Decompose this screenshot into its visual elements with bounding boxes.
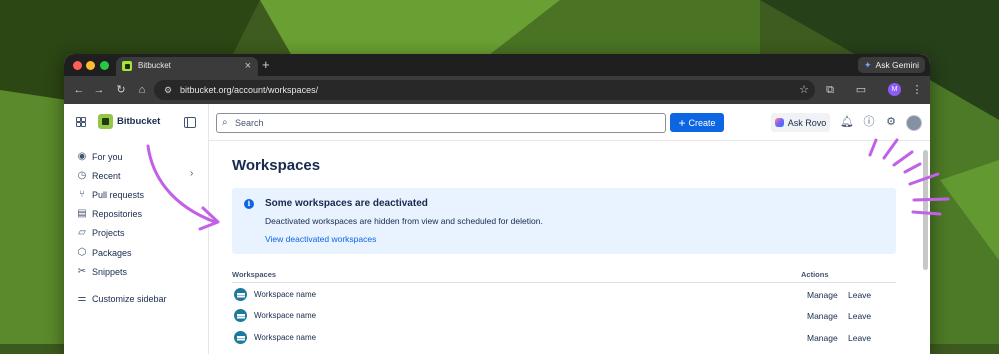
scrollbar-thumb[interactable]: [923, 150, 928, 270]
bitbucket-favicon-icon: [122, 61, 132, 71]
deactivated-info-banner: i Some workspaces are deactivated Deacti…: [232, 188, 896, 254]
page-title: Workspaces: [232, 157, 321, 174]
search-icon: ⌕: [222, 117, 228, 128]
package-icon: ⬡: [77, 247, 87, 258]
sidebar-item-projects[interactable]: ▱ Projects: [76, 225, 125, 241]
sidebar-item-label: Recent: [92, 171, 121, 181]
main-content: Workspaces i Some workspaces are deactiv…: [209, 141, 930, 354]
workspace-name[interactable]: Workspace name: [254, 290, 316, 299]
browser-tab[interactable]: Bitbucket ×: [116, 57, 258, 76]
minimize-window-button[interactable]: [86, 61, 95, 70]
tab-close-icon[interactable]: ×: [245, 59, 251, 73]
ask-gemini-button[interactable]: ✦ Ask Gemini: [857, 57, 925, 73]
workspace-avatar: [234, 288, 247, 301]
address-url: bitbucket.org/account/workspaces/: [180, 85, 319, 95]
ask-rovo-button[interactable]: Ask Rovo: [771, 113, 830, 132]
home-icon[interactable]: ⌂: [135, 83, 149, 97]
notifications-bell-icon[interactable]: 🔔︎: [840, 115, 854, 129]
browser-profile-avatar[interactable]: M: [888, 83, 901, 96]
reload-icon[interactable]: ↻: [114, 83, 128, 97]
folder-icon: ▱: [78, 227, 86, 238]
scissors-icon: ✂: [77, 266, 87, 277]
rovo-icon: [774, 118, 784, 127]
plus-icon: +: [678, 115, 686, 130]
table-row: Workspace name Manage Leave: [232, 328, 896, 348]
clock-icon: ◷: [77, 170, 87, 181]
sidebar-item-pull-requests[interactable]: ⑂ Pull requests: [76, 187, 144, 203]
sidebar-item-label: Snippets: [92, 267, 128, 277]
app-switcher-icon[interactable]: [76, 117, 86, 127]
bitbucket-app: Bitbucket ◉ For you ◷ Recent › ⑂ Pull re…: [64, 104, 930, 354]
sidebar-item-label: Projects: [92, 228, 125, 238]
create-label: Create: [688, 117, 716, 128]
search-input[interactable]: ⌕ Search: [216, 113, 666, 133]
sidebar-item-snippets[interactable]: ✂ Snippets: [76, 264, 127, 280]
sidebar-item-label: Pull requests: [92, 190, 145, 200]
workspaces-table-header: Workspaces Actions: [232, 268, 896, 283]
browser-toolbar: ← → ↻ ⌂ ⚙ bitbucket.org/account/workspac…: [64, 76, 930, 104]
search-placeholder: Search: [235, 118, 264, 128]
workspace-avatar: [234, 309, 247, 322]
table-row: Workspace name Manage Leave: [232, 306, 896, 326]
banner-body: Deactivated workspaces are hidden from v…: [265, 216, 543, 226]
leave-button[interactable]: Leave: [848, 333, 871, 343]
pull-request-icon: ⑂: [79, 189, 85, 200]
chevron-right-icon[interactable]: ›: [190, 168, 193, 179]
bookmark-star-icon[interactable]: ☆: [799, 83, 809, 97]
view-deactivated-workspaces-link[interactable]: View deactivated workspaces: [265, 234, 376, 244]
repository-icon: ▤: [77, 208, 87, 219]
sidebar: Bitbucket ◉ For you ◷ Recent › ⑂ Pull re…: [64, 104, 209, 354]
customize-sidebar-label: Customize sidebar: [92, 294, 167, 304]
workspace-name[interactable]: Workspace name: [254, 311, 316, 320]
maximize-window-button[interactable]: [100, 61, 109, 70]
address-bar[interactable]: ⚙ bitbucket.org/account/workspaces/ ☆: [154, 80, 815, 100]
close-window-button[interactable]: [73, 61, 82, 70]
table-row: Workspace name Manage Leave: [232, 285, 896, 305]
manage-button[interactable]: Manage: [807, 333, 838, 343]
create-button[interactable]: + Create: [670, 113, 724, 132]
manage-button[interactable]: Manage: [807, 311, 838, 321]
site-settings-icon[interactable]: ⚙: [162, 84, 174, 96]
leave-button[interactable]: Leave: [848, 311, 871, 321]
browser-titlebar: Bitbucket × + ✦ Ask Gemini: [64, 54, 930, 76]
manage-button[interactable]: Manage: [807, 290, 838, 300]
browser-menu-icon[interactable]: ⋮: [910, 83, 924, 97]
column-header-workspaces[interactable]: Workspaces: [232, 270, 276, 279]
ask-rovo-label: Ask Rovo: [787, 117, 827, 128]
sidebar-item-packages[interactable]: ⬡ Packages: [76, 245, 132, 261]
collapse-sidebar-icon[interactable]: [184, 117, 196, 128]
brand-name[interactable]: Bitbucket: [117, 116, 160, 127]
leave-button[interactable]: Leave: [848, 290, 871, 300]
sliders-icon: ⚌: [77, 293, 87, 304]
cast-icon[interactable]: ▭: [854, 83, 868, 97]
top-navigation: ⌕ Search + Create Ask Rovo 🔔︎ ⓘ ⚙: [208, 104, 930, 141]
settings-gear-icon[interactable]: ⚙: [884, 115, 898, 129]
sidebar-item-repositories[interactable]: ▤ Repositories: [76, 206, 142, 222]
help-icon[interactable]: ⓘ: [862, 115, 876, 129]
sidebar-item-label: Packages: [92, 248, 132, 258]
sidebar-item-for-you[interactable]: ◉ For you: [76, 149, 123, 165]
customize-sidebar-button[interactable]: ⚌ Customize sidebar: [76, 291, 167, 307]
tab-title: Bitbucket: [138, 61, 171, 70]
back-arrow-icon[interactable]: ←: [72, 83, 86, 97]
sidebar-item-label: Repositories: [92, 209, 143, 219]
forward-arrow-icon[interactable]: →: [92, 83, 106, 97]
ask-gemini-label: Ask Gemini: [875, 60, 919, 70]
bitbucket-logo-icon[interactable]: [98, 114, 113, 129]
gemini-sparkle-icon: ✦: [863, 59, 872, 70]
new-tab-button[interactable]: +: [262, 58, 270, 71]
sidebar-item-label: For you: [92, 152, 123, 162]
user-avatar[interactable]: [906, 115, 922, 131]
workspace-avatar: [234, 331, 247, 344]
sidebar-item-recent[interactable]: ◷ Recent: [76, 168, 121, 184]
column-header-actions: Actions: [801, 270, 829, 279]
banner-title: Some workspaces are deactivated: [265, 198, 428, 209]
person-circle-icon: ◉: [77, 151, 87, 162]
workspace-name[interactable]: Workspace name: [254, 333, 316, 342]
extensions-puzzle-icon[interactable]: ⧉: [823, 83, 837, 97]
info-icon: i: [244, 199, 254, 209]
browser-window: Bitbucket × + ✦ Ask Gemini ← → ↻ ⌂ ⚙ bit…: [64, 54, 930, 354]
